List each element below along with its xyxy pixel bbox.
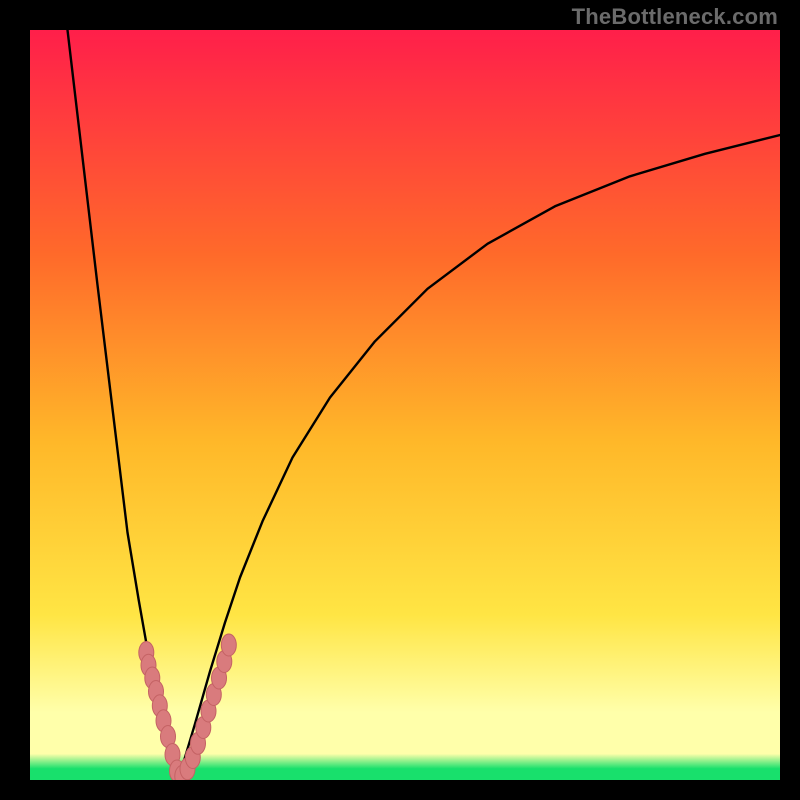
marker-group [139, 634, 237, 780]
curve-left-branch [68, 30, 176, 779]
watermark-text: TheBottleneck.com [572, 4, 778, 30]
marker-point [221, 634, 236, 656]
plot-area [30, 30, 780, 780]
curve-layer [30, 30, 780, 780]
chart-frame: TheBottleneck.com [0, 0, 800, 800]
curve-right-branch [176, 135, 781, 779]
